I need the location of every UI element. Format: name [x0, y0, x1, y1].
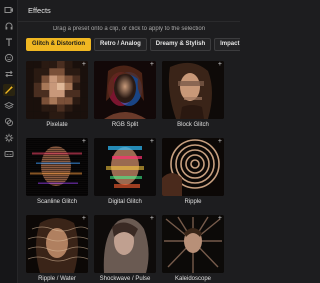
video-icon[interactable] — [3, 4, 15, 16]
tab-retro-analog[interactable]: Retro / Analog — [94, 38, 147, 51]
preset-label: Ripple — [184, 199, 202, 205]
add-icon[interactable]: + — [150, 215, 154, 223]
preset-label: Shockwave / Pulse — [99, 276, 151, 282]
sticker-icon[interactable] — [3, 52, 15, 64]
effects-icon[interactable] — [3, 84, 15, 96]
preset-card-pixelate[interactable]: + Pixelate — [26, 61, 88, 128]
preset-card-scanline-glitch[interactable]: + Scanline Glitch — [26, 138, 88, 205]
category-tabs: Glitch & Distortion Retro / Analog Dream… — [26, 38, 240, 51]
preset-label: Ripple / Water — [38, 276, 76, 282]
preset-card-ripple[interactable]: + Ripple — [162, 138, 224, 205]
add-icon[interactable]: + — [218, 61, 222, 69]
preset-label: Kaleidoscope — [174, 276, 212, 282]
transition-icon[interactable] — [3, 68, 15, 80]
preset-thumbnail: + — [26, 138, 88, 196]
text-icon[interactable] — [3, 36, 15, 48]
preset-thumbnail: + — [26, 215, 88, 273]
add-icon[interactable]: + — [150, 138, 154, 146]
tab-dreamy-stylish[interactable]: Dreamy & Stylish — [149, 38, 212, 51]
preset-thumbnail: + — [94, 61, 156, 119]
preset-card-digital-glitch[interactable]: + Digital Glitch — [94, 138, 156, 205]
preset-card-block-glitch[interactable]: + Block Glitch — [162, 61, 224, 128]
tab-impact[interactable]: Impact — [214, 38, 240, 51]
tab-glitch-distortion[interactable]: Glitch & Distortion — [26, 38, 91, 51]
preset-thumbnail: + — [162, 215, 224, 273]
preset-thumbnail: + — [94, 138, 156, 196]
preset-thumbnail: + — [162, 138, 224, 196]
panel-header: Effects — [18, 0, 240, 22]
preset-card-rgb-split[interactable]: + RGB Split — [94, 61, 156, 128]
effects-app: Effects Drag a preset onto a clip, or cl… — [0, 0, 240, 283]
add-icon[interactable]: + — [218, 138, 222, 146]
add-icon[interactable]: + — [218, 215, 222, 223]
settings-icon[interactable] — [3, 132, 15, 144]
add-icon[interactable]: + — [82, 61, 86, 69]
tool-rail — [0, 0, 18, 283]
preset-label: Block Glitch — [177, 122, 209, 128]
preset-card-ripple-water[interactable]: + Ripple / Water — [26, 215, 88, 282]
preset-thumbnail: + — [162, 61, 224, 119]
panel-title: Effects — [28, 6, 51, 15]
drag-hint: Drag a preset onto a clip, or click to a… — [52, 26, 206, 32]
add-icon[interactable]: + — [150, 61, 154, 69]
preset-thumbnail: + — [94, 215, 156, 273]
preset-label: Digital Glitch — [108, 199, 142, 205]
add-icon[interactable]: + — [82, 138, 86, 146]
captions-icon[interactable] — [3, 148, 15, 160]
audio-icon[interactable] — [3, 20, 15, 32]
preset-grid: + Pixelate + RGB Split + Block Glitch + … — [26, 61, 240, 283]
layers-icon[interactable] — [3, 100, 15, 112]
filter-icon[interactable] — [3, 116, 15, 128]
preset-card-kaleidoscope[interactable]: + Kaleidoscope — [162, 215, 224, 282]
preset-card-shockwave-pulse[interactable]: + Shockwave / Pulse — [94, 215, 156, 282]
preset-thumbnail: + — [26, 61, 88, 119]
add-icon[interactable]: + — [82, 215, 86, 223]
preset-label: Pixelate — [46, 122, 68, 128]
preset-label: RGB Split — [111, 122, 139, 128]
preset-label: Scanline Glitch — [36, 199, 78, 205]
